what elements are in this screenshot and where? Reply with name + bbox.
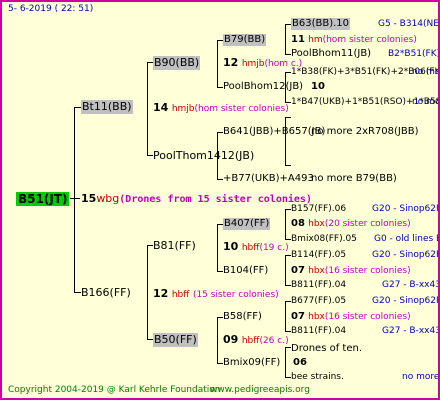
b58-sister-count: 07 <box>291 311 305 322</box>
b79-sister-count: 11 <box>291 34 305 45</box>
gen4-item[interactable]: Bmix08(FF).05 <box>291 233 357 245</box>
b50-drone-info: 09 hbff(26 c.) <box>223 333 289 348</box>
b81-breeder: hbff <box>241 243 260 253</box>
connector <box>285 209 286 239</box>
b50-note: (26 c.) <box>259 336 289 346</box>
date-stamp: 5- 6-2019 ( 22: 51) <box>8 4 94 14</box>
b58-note: (16 sister colonies) <box>324 312 411 322</box>
connector <box>285 24 286 54</box>
bmix09-node[interactable]: Bmix09(FF) <box>223 357 280 369</box>
b407-drone-info: 08 hbx(20 sister colonies) <box>291 218 411 230</box>
gen4-lineage: no more <box>412 97 440 107</box>
gen4-item[interactable]: B157(FF).06 <box>291 203 346 215</box>
b641-extra: no more 2xR708(JBB) <box>311 126 419 137</box>
gen4-item[interactable]: B811(FF).04 <box>291 325 346 337</box>
b104-note: (16 sister colonies) <box>324 266 411 276</box>
poolbhom12-count: 10 <box>311 81 325 92</box>
connector <box>217 40 218 87</box>
b79-node[interactable]: B79(BB) <box>223 34 267 46</box>
b104-breeder: hbx <box>308 266 325 276</box>
b50-node[interactable]: B50(FF) <box>153 333 198 347</box>
connector <box>217 317 218 363</box>
root-drone-info: 15wbg(Drones from 15 sister colonies) <box>81 192 312 207</box>
mother-sister-count: 12 <box>153 287 169 300</box>
mother-note: (15 sister colonies) <box>192 290 279 300</box>
b407-sister-count: 08 <box>291 218 305 229</box>
gen4-item[interactable]: B677(FF).05 <box>291 295 346 307</box>
father-sister-count: 14 <box>153 101 169 114</box>
b58-breeder: hbx <box>308 312 325 322</box>
mother-node[interactable]: B166(FF) <box>81 286 131 300</box>
connector <box>147 245 148 339</box>
poolthom-node[interactable]: PoolThom1412(JB) <box>153 149 254 163</box>
b407-breeder: hbx <box>308 219 325 229</box>
b407-node[interactable]: B407(FF) <box>223 218 271 230</box>
father-note: (hom sister colonies) <box>194 104 289 114</box>
mother-breeder: hbff <box>171 290 190 300</box>
root-note: (Drones from 15 sister colonies) <box>119 194 312 205</box>
connector <box>285 117 291 118</box>
gen4-lineage: G0 - old lines B <box>374 234 440 244</box>
gen4-lineage: B2*B51(FK)+5 <box>388 49 440 59</box>
connector <box>70 198 80 199</box>
root-sister-count: 15 <box>81 192 97 205</box>
b104-node[interactable]: B104(FF) <box>223 265 268 277</box>
b90-breeder: hmjb <box>241 59 265 69</box>
mother-drone-info: 12 hbff (15 sister colonies) <box>153 287 279 302</box>
gen4-item[interactable]: PoolBhom11(JB) <box>291 48 371 60</box>
gen4-lineage: G20 - Sinop62R <box>372 296 440 306</box>
connector <box>285 165 291 166</box>
b407-note: (20 sister colonies) <box>324 219 411 229</box>
connector <box>74 292 81 293</box>
gen4-item[interactable]: B63(BB).10 <box>291 18 351 30</box>
b81-node[interactable]: B81(FF) <box>153 239 196 253</box>
gen4-item[interactable]: B811(FF).04 <box>291 279 346 291</box>
gen4-lineage: G20 - Sinop62R <box>372 250 440 260</box>
b77-extra: no more B79(BB) <box>311 173 397 184</box>
b58-drone-info: 07 hbx(16 sister colonies) <box>291 311 411 323</box>
b79-drone-info: 11 hm(hom sister colonies) <box>291 34 417 46</box>
gen4-item[interactable]: bee strains. <box>291 371 344 383</box>
b104-sister-count: 07 <box>291 265 305 276</box>
b58-node[interactable]: B58(FF) <box>223 311 262 323</box>
connector <box>147 62 148 155</box>
bmix09-count: 06 <box>293 357 307 368</box>
connector <box>285 347 286 377</box>
connector <box>74 107 81 108</box>
b79-note: (hom sister colonies) <box>322 35 417 45</box>
b90-sister-count: 12 <box>223 56 239 69</box>
b79-breeder: hm <box>308 35 323 45</box>
b641-node[interactable]: B641(JBB)+B657(JB) <box>223 126 325 138</box>
connector <box>217 224 218 271</box>
b90-node[interactable]: B90(BB) <box>153 56 201 70</box>
root-breeder: wbg <box>96 192 120 205</box>
gen4-lineage: G20 - Sinop62R <box>372 204 440 214</box>
footer-copyright: Copyright 2004-2019 @ Karl Kehrle Founda… <box>8 385 221 395</box>
b50-breeder: hbff <box>241 336 260 346</box>
gen4-lineage: no more <box>412 67 440 77</box>
gen4-lineage: no more <box>402 372 440 382</box>
connector <box>285 255 286 285</box>
gen4-lineage: G27 - B-xx43 <box>382 280 440 290</box>
footer-url[interactable]: www.pedigreeapis.org <box>210 384 310 396</box>
b104-drone-info: 07 hbx(16 sister colonies) <box>291 265 411 277</box>
b81-note: (19 c.) <box>259 243 289 253</box>
b81-drone-info: 10 hbff(19 c.) <box>223 240 289 255</box>
poolbhom12-node[interactable]: PoolBhom12(JB) <box>223 81 303 93</box>
connector <box>285 301 286 331</box>
father-drone-info: 14 hmjb(hom sister colonies) <box>153 101 289 116</box>
gen4-lineage: G27 - B-xx43 <box>382 326 440 336</box>
gen4-item[interactable]: B114(FF).05 <box>291 249 346 261</box>
b50-sister-count: 09 <box>223 333 239 346</box>
pedigree-frame: 5- 6-2019 ( 22: 51) B51(JT) 15wbg(Drones… <box>0 0 440 400</box>
father-node[interactable]: Bt11(BB) <box>81 100 133 114</box>
bmix09-extra: Drones of ten. <box>291 343 362 354</box>
father-breeder: hmjb <box>171 104 195 114</box>
connector <box>74 107 75 293</box>
b81-sister-count: 10 <box>223 240 239 253</box>
root-queen[interactable]: B51(JT) <box>16 192 70 206</box>
b77-node[interactable]: +B77(UKB)+A493 <box>223 173 314 185</box>
gen4-lineage: G5 - B314(NE) <box>378 19 440 29</box>
connector <box>285 117 286 165</box>
